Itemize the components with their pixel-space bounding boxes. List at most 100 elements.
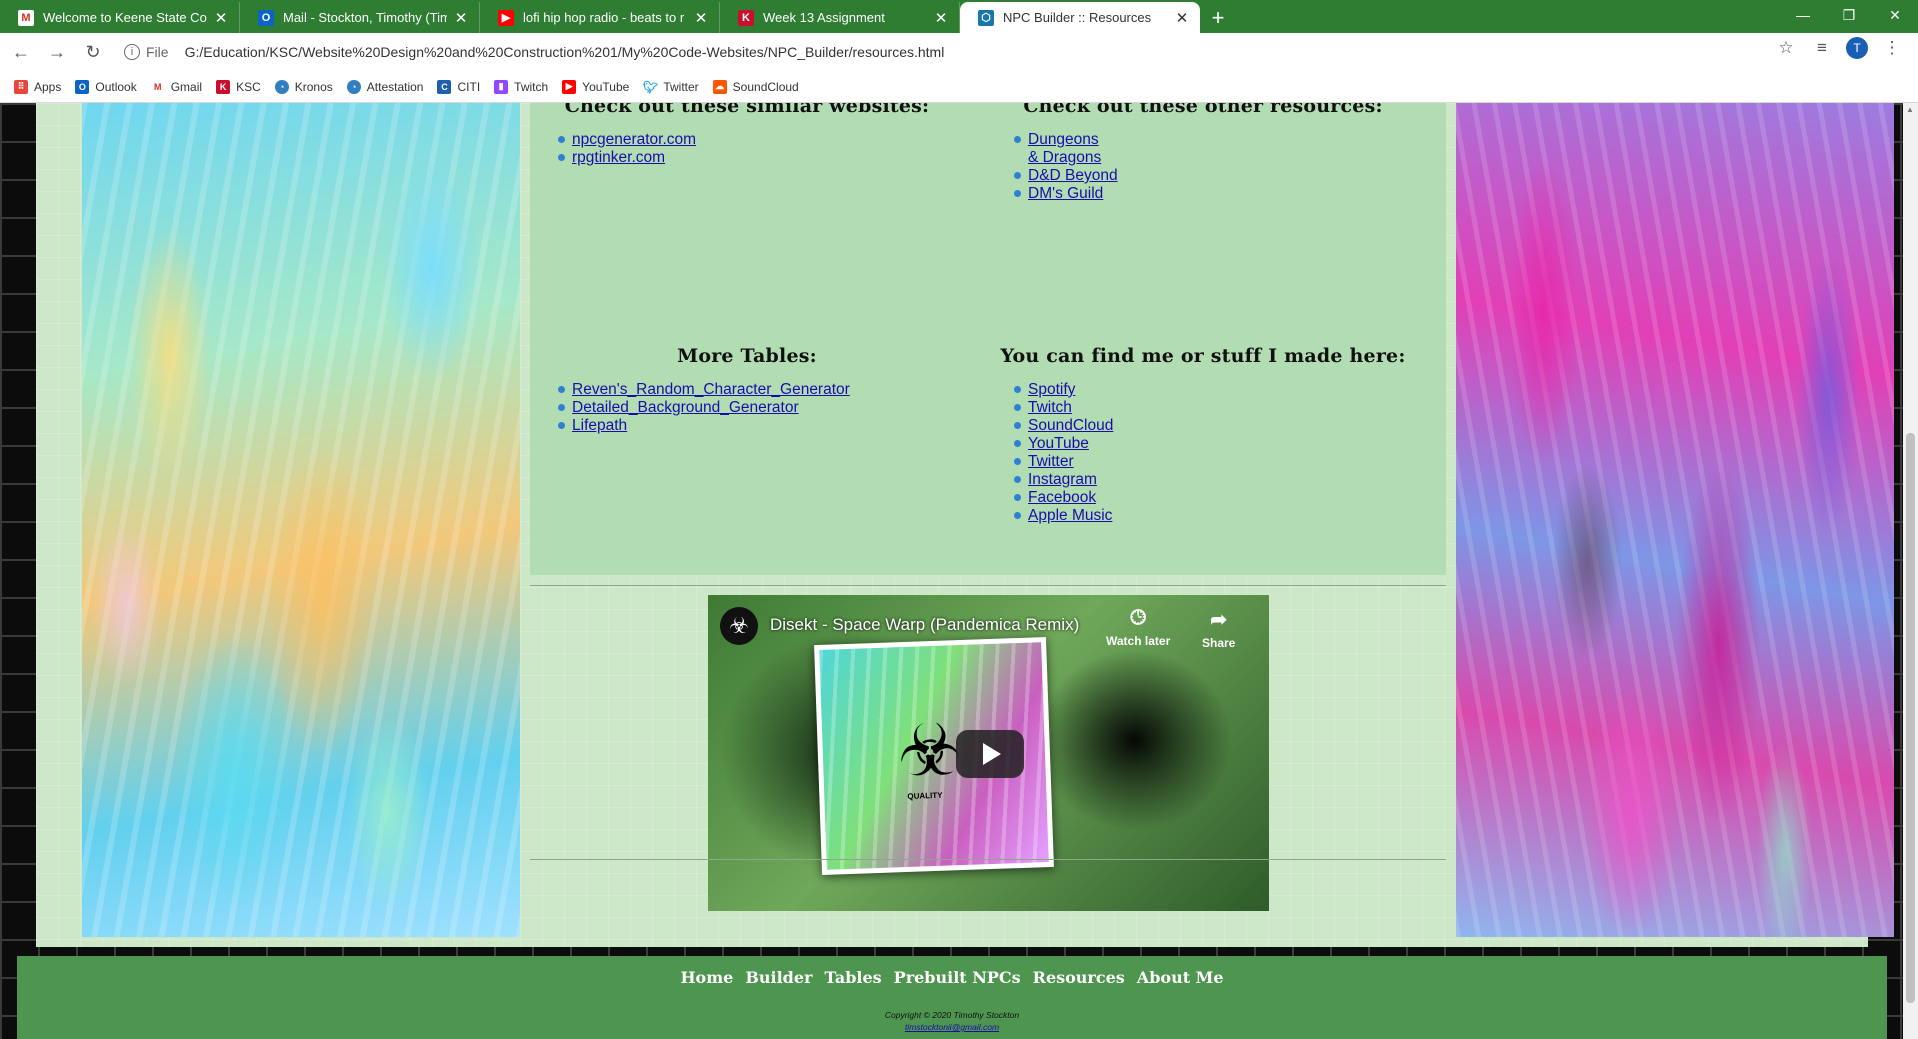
tab-lofi[interactable]: ▶ lofi hip hop radio - beats to r ✕ bbox=[480, 2, 720, 33]
link-youtube[interactable]: YouTube bbox=[1028, 435, 1089, 452]
menu-icon[interactable]: ⋮ bbox=[1880, 38, 1904, 58]
url-text[interactable]: G:/Education/KSC/Website%20Design%20and%… bbox=[185, 44, 945, 60]
back-icon[interactable]: ← bbox=[6, 37, 36, 67]
link-dnd[interactable]: Dungeons & Dragons bbox=[1028, 131, 1101, 166]
channel-logo-icon[interactable]: ☣ bbox=[720, 607, 758, 645]
tab-npc-builder[interactable]: ⬡ NPC Builder :: Resources ✕ bbox=[960, 2, 1200, 33]
vertical-scrollbar[interactable]: ▲ bbox=[1903, 103, 1918, 1039]
play-button[interactable] bbox=[956, 730, 1024, 778]
link-soundcloud[interactable]: SoundCloud bbox=[1028, 417, 1113, 434]
bookmark-apps[interactable]: ⠿ Apps bbox=[14, 79, 62, 94]
list-item: Twitch bbox=[1014, 399, 1418, 417]
restore-icon[interactable]: ❐ bbox=[1826, 0, 1872, 30]
scrollbar-thumb[interactable] bbox=[1906, 433, 1915, 1003]
youtube-icon: ▶ bbox=[562, 79, 577, 94]
youtube-icon: ▶ bbox=[498, 9, 514, 26]
media-control-icon[interactable]: ≡ bbox=[1810, 38, 1834, 58]
link-rpgtinker[interactable]: rpgtinker.com bbox=[572, 149, 665, 166]
bookmark-outlook[interactable]: O Outlook bbox=[75, 79, 137, 94]
bookmark-citi[interactable]: C CITI bbox=[437, 79, 481, 94]
apps-grid-icon: ⠿ bbox=[14, 79, 28, 94]
close-icon[interactable]: ✕ bbox=[693, 9, 709, 27]
left-decorative-art bbox=[82, 103, 520, 937]
link-npcgenerator[interactable]: npcgenerator.com bbox=[572, 131, 696, 148]
link-twitch[interactable]: Twitch bbox=[1028, 399, 1072, 416]
nav-about-me[interactable]: About Me bbox=[1137, 968, 1224, 987]
section-heading: More Tables: bbox=[677, 345, 817, 367]
gmail-icon: M bbox=[150, 79, 165, 94]
scroll-up-icon[interactable]: ▲ bbox=[1906, 105, 1914, 114]
list-item: YouTube bbox=[1014, 435, 1418, 453]
new-tab-button[interactable]: + bbox=[1200, 2, 1236, 33]
bookmark-label: Apps bbox=[34, 79, 62, 94]
list-item: Twitter bbox=[1014, 453, 1418, 471]
close-icon[interactable]: ✕ bbox=[213, 9, 229, 27]
link-dnd-beyond[interactable]: D&D Beyond bbox=[1028, 167, 1118, 184]
outlook-icon: O bbox=[75, 79, 90, 94]
email-link[interactable]: timstocktonii@gmail.com bbox=[905, 1022, 999, 1032]
nav-tables[interactable]: Tables bbox=[824, 968, 881, 987]
bookmark-kronos[interactable]: ◔ Kronos bbox=[274, 79, 333, 94]
profile-avatar[interactable]: T bbox=[1846, 37, 1868, 59]
bookmark-label: Gmail bbox=[170, 79, 203, 94]
list-item: Dungeons & Dragons bbox=[1014, 131, 1108, 167]
tab-mail[interactable]: O Mail - Stockton, Timothy (Timoth ✕ bbox=[240, 2, 480, 33]
link-spotify[interactable]: Spotify bbox=[1028, 381, 1075, 398]
link-instagram[interactable]: Instagram bbox=[1028, 471, 1097, 488]
bookmark-soundcloud[interactable]: ☁ SoundCloud bbox=[712, 79, 799, 94]
link-dms-guild[interactable]: DM's Guild bbox=[1028, 185, 1103, 202]
bookmark-label: CITI bbox=[457, 79, 481, 94]
nav-home[interactable]: Home bbox=[680, 968, 733, 987]
close-icon[interactable]: ✕ bbox=[453, 9, 469, 27]
tab-keene-welcome[interactable]: M Welcome to Keene State College ✕ bbox=[0, 2, 240, 33]
close-icon[interactable]: ✕ bbox=[933, 9, 949, 27]
minimize-icon[interactable]: — bbox=[1780, 0, 1826, 30]
bookmark-attestation[interactable]: ◔ Attestation bbox=[346, 79, 423, 94]
soundcloud-icon: ☁ bbox=[712, 79, 727, 94]
bookmark-label: Twitch bbox=[514, 79, 549, 94]
list-item: Instagram bbox=[1014, 471, 1418, 489]
attestation-icon: ◔ bbox=[346, 79, 361, 94]
nav-builder[interactable]: Builder bbox=[745, 968, 812, 987]
resources-panel: Check out these similar websites: npcgen… bbox=[530, 103, 1446, 575]
citi-icon: C bbox=[437, 79, 452, 94]
npc-builder-icon: ⬡ bbox=[978, 9, 994, 26]
link-background-generator[interactable]: Detailed_Background_Generator bbox=[572, 399, 799, 416]
bookmark-ksc[interactable]: K KSC bbox=[216, 79, 261, 94]
star-icon[interactable]: ☆ bbox=[1774, 38, 1798, 58]
info-icon[interactable]: i bbox=[124, 44, 140, 60]
nav-prebuilt-npcs[interactable]: Prebuilt NPCs bbox=[894, 968, 1021, 987]
tab-week13[interactable]: K Week 13 Assignment ✕ bbox=[720, 2, 960, 33]
bookmark-twitter[interactable]: 🐦︎ Twitter bbox=[642, 79, 699, 94]
reload-icon[interactable]: ↻ bbox=[78, 37, 108, 67]
ksc-icon: K bbox=[738, 9, 754, 26]
bookmarks-bar: ⠿ Apps O Outlook M Gmail K KSC ◔ Kronos ◔ Atte… bbox=[0, 71, 1918, 103]
list-item: Apple Music bbox=[1014, 507, 1418, 525]
browser-toolbar: ← → ↻ i File G:/Education/KSC/Website%20… bbox=[0, 33, 1918, 71]
outlook-icon: O bbox=[258, 9, 274, 26]
forward-icon[interactable]: → bbox=[42, 37, 72, 67]
link-twitter[interactable]: Twitter bbox=[1028, 453, 1074, 470]
link-lifepath[interactable]: Lifepath bbox=[572, 417, 627, 434]
find-me-list: Spotify Twitch SoundCloud YouTube Twitte… bbox=[988, 381, 1418, 525]
page-container: Check out these similar websites: npcgen… bbox=[36, 103, 1894, 947]
share-icon: ➦ bbox=[1210, 609, 1228, 631]
video-title[interactable]: Disekt - Space Warp (Pandemica Remix) bbox=[770, 615, 1079, 635]
footer-nav: Home Builder Tables Prebuilt NPCs Resour… bbox=[17, 968, 1887, 987]
bookmark-youtube[interactable]: ▶ YouTube bbox=[562, 79, 629, 94]
close-icon[interactable]: ✕ bbox=[1174, 9, 1190, 27]
twitter-icon: 🐦︎ bbox=[642, 79, 658, 94]
watch-later-button[interactable]: 🕒︎ Watch later bbox=[1106, 607, 1170, 648]
tab-title: lofi hip hop radio - beats to r bbox=[523, 10, 685, 25]
nav-resources[interactable]: Resources bbox=[1033, 968, 1125, 987]
close-window-icon[interactable]: ✕ bbox=[1872, 0, 1918, 30]
youtube-embed[interactable]: ☣ Disekt - Space Warp (Pandemica Remix) … bbox=[708, 595, 1269, 911]
link-facebook[interactable]: Facebook bbox=[1028, 489, 1096, 506]
link-reven-generator[interactable]: Reven's_Random_Character_Generator bbox=[572, 381, 850, 398]
share-button[interactable]: ➦ Share bbox=[1202, 607, 1235, 650]
link-apple-music[interactable]: Apple Music bbox=[1028, 507, 1112, 524]
bookmark-gmail[interactable]: M Gmail bbox=[150, 79, 203, 94]
bookmark-twitch[interactable]: ▮ Twitch bbox=[494, 79, 549, 94]
bookmark-label: Kronos bbox=[294, 79, 333, 94]
address-bar[interactable]: i File G:/Education/KSC/Website%20Design… bbox=[116, 37, 1816, 67]
